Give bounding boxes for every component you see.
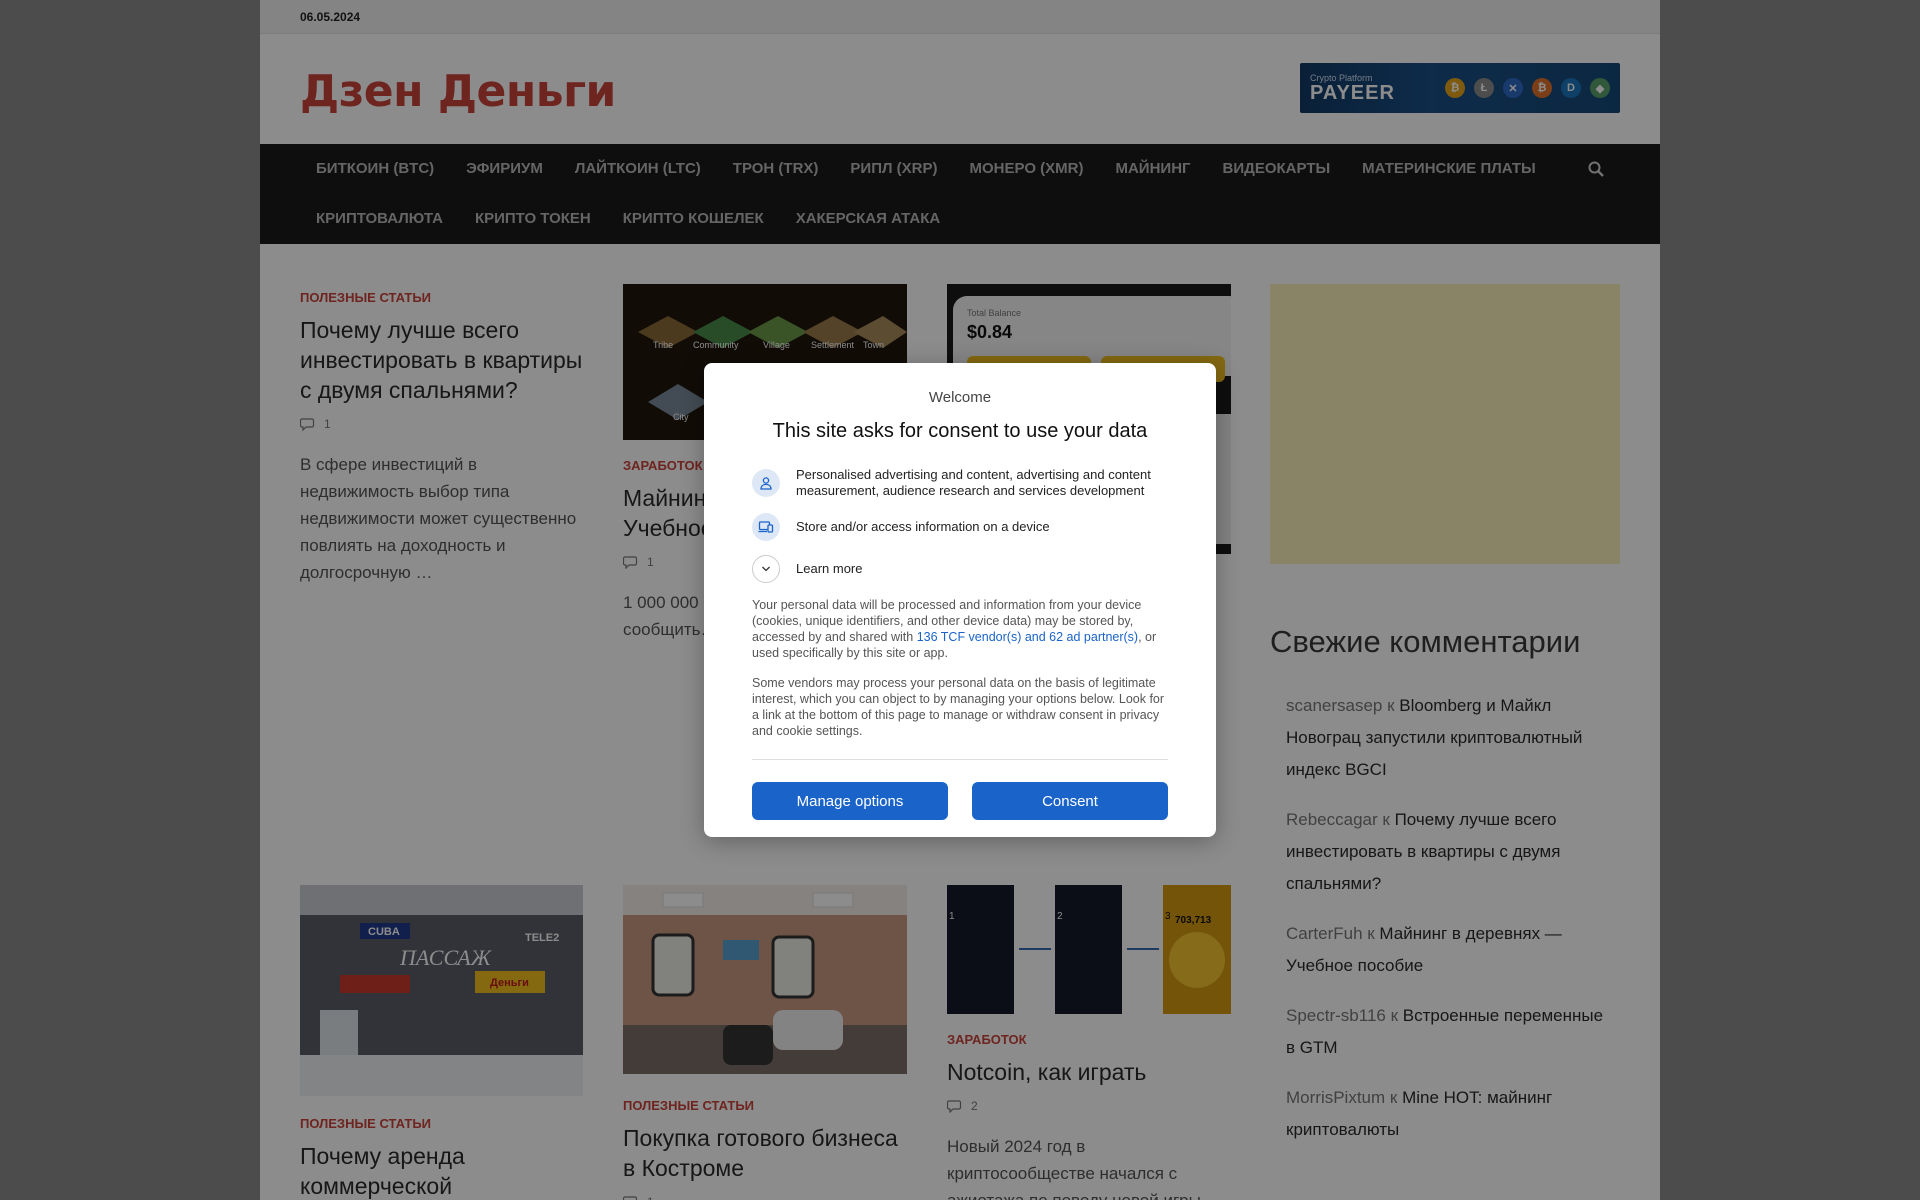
manage-options-button[interactable]: Manage options — [752, 782, 948, 820]
person-icon — [752, 469, 780, 497]
divider — [752, 759, 1168, 760]
device-icon — [752, 513, 780, 541]
consent-title: This site asks for consent to use your d… — [772, 420, 1148, 442]
purpose-text: Personalised advertising and content, ad… — [796, 467, 1151, 498]
learn-more-toggle[interactable]: Learn more — [752, 555, 1168, 583]
consent-paragraph-1: Your personal data will be processed and… — [752, 597, 1168, 661]
consent-welcome: Welcome — [928, 389, 992, 406]
learn-more-label[interactable]: Learn more — [796, 561, 862, 577]
consent-paragraph-2: Some vendors may process your personal d… — [752, 676, 1165, 738]
consent-button[interactable]: Consent — [972, 782, 1168, 820]
chevron-down-icon[interactable] — [752, 555, 780, 583]
vendors-link[interactable]: 136 TCF vendor(s) and 62 ad partner(s) — [917, 630, 1138, 644]
consent-buttons: Manage options Consent — [752, 782, 1168, 820]
purpose-text: Store and/or access information on a dev… — [796, 519, 1050, 534]
consent-purpose: Personalised advertising and content, ad… — [752, 467, 1168, 499]
consent-dialog: Welcome This site asks for consent to us… — [704, 363, 1216, 837]
consent-purpose: Store and/or access information on a dev… — [752, 513, 1168, 541]
